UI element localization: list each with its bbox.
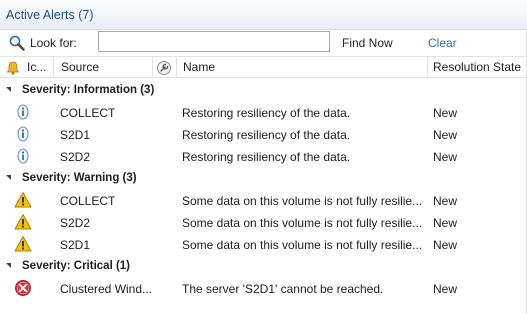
collapse-arrow-icon[interactable] xyxy=(6,87,11,92)
column-header-name[interactable]: Name xyxy=(183,57,413,78)
pane-title: Active Alerts (7) xyxy=(6,8,94,22)
search-input[interactable] xyxy=(98,31,330,52)
alert-resolution-state: New xyxy=(433,128,458,142)
alert-name: Restoring resiliency of the data. xyxy=(182,128,351,142)
alert-source: S2D2 xyxy=(60,150,91,164)
collapse-arrow-icon[interactable] xyxy=(6,263,11,268)
alert-name: Restoring resiliency of the data. xyxy=(182,106,351,120)
group-header-information[interactable]: Severity: Information (3) xyxy=(0,79,527,101)
look-for-label: Look for: xyxy=(30,36,77,50)
warning-icon xyxy=(14,192,32,208)
warning-icon xyxy=(14,214,32,230)
alert-bell-icon xyxy=(6,61,20,75)
alert-resolution-state: New xyxy=(433,150,458,164)
information-icon xyxy=(17,148,29,164)
column-divider[interactable] xyxy=(427,57,428,78)
alert-row[interactable]: S2D2 Some data on this volume is not ful… xyxy=(0,211,527,233)
collapse-arrow-icon[interactable] xyxy=(6,175,11,180)
alert-source: S2D1 xyxy=(60,128,91,142)
alert-resolution-state: New xyxy=(433,238,458,252)
maintenance-wrench-icon[interactable] xyxy=(156,60,172,76)
group-header-warning[interactable]: Severity: Warning (3) xyxy=(0,167,527,189)
search-bar: Look for: Find Now Clear xyxy=(0,30,527,56)
title-bar: Active Alerts (7) xyxy=(0,0,527,30)
alert-source: COLLECT xyxy=(60,106,116,120)
alert-resolution-state: New xyxy=(433,106,458,120)
alert-row[interactable]: Clustered Wind... The server 'S2D1' cann… xyxy=(0,277,527,299)
alert-name: Restoring resiliency of the data. xyxy=(182,150,351,164)
alert-row[interactable]: S2D1 Restoring resiliency of the data. N… xyxy=(0,123,527,145)
find-now-button[interactable]: Find Now xyxy=(342,36,393,50)
alert-resolution-state: New xyxy=(433,216,458,230)
column-header-icon[interactable]: Ic... xyxy=(27,57,49,78)
alert-row[interactable]: S2D1 Some data on this volume is not ful… xyxy=(0,233,527,255)
column-header-source[interactable]: Source xyxy=(61,57,141,78)
information-icon xyxy=(17,104,29,120)
alert-row[interactable]: COLLECT Restoring resiliency of the data… xyxy=(0,101,527,123)
critical-icon xyxy=(15,280,31,296)
column-header-resolution-state[interactable]: Resolution State xyxy=(433,57,525,78)
column-divider[interactable] xyxy=(53,57,54,78)
group-label: Severity: Warning (3) xyxy=(22,172,137,184)
alert-row[interactable]: S2D2 Restoring resiliency of the data. N… xyxy=(0,145,527,167)
alert-source: S2D1 xyxy=(60,238,91,252)
alert-name: Some data on this volume is not fully re… xyxy=(182,216,422,230)
alert-source: S2D2 xyxy=(60,216,91,230)
group-header-critical[interactable]: Severity: Critical (1) xyxy=(0,255,527,277)
alert-resolution-state: New xyxy=(433,194,458,208)
warning-icon xyxy=(14,236,32,252)
group-label: Severity: Information (3) xyxy=(22,84,155,96)
column-divider[interactable] xyxy=(152,57,153,78)
alert-source: Clustered Wind... xyxy=(60,282,153,296)
column-divider[interactable] xyxy=(176,57,177,78)
alert-name: Some data on this volume is not fully re… xyxy=(182,238,422,252)
alert-resolution-state: New xyxy=(433,282,458,296)
information-icon xyxy=(17,126,29,142)
alert-row[interactable]: COLLECT Some data on this volume is not … xyxy=(0,189,527,211)
alert-name: Some data on this volume is not fully re… xyxy=(182,194,422,208)
alert-source: COLLECT xyxy=(60,194,116,208)
search-icon xyxy=(9,35,25,51)
clear-button[interactable]: Clear xyxy=(428,36,457,50)
group-label: Severity: Critical (1) xyxy=(22,260,131,272)
column-header-row: Ic... Source Name Resolution State xyxy=(0,56,527,78)
alert-name: The server 'S2D1' cannot be reached. xyxy=(182,282,384,296)
